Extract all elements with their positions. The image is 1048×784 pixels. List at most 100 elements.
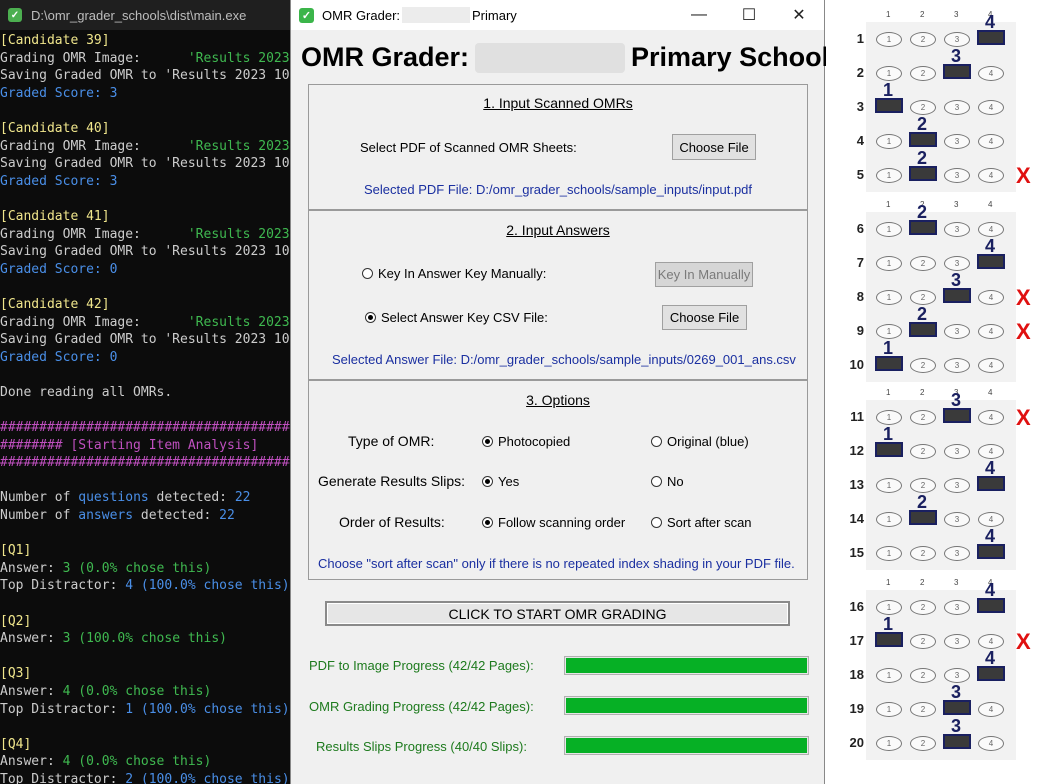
section-input-scanned-omrs: 1. Input Scanned OMRs Select PDF of Scan… — [308, 84, 808, 210]
answer-bubble: 2 — [910, 478, 936, 493]
terminal-titlebar[interactable]: ✓ D:\omr_grader_schools\dist\main.exe — [0, 0, 290, 30]
terminal-text: 'Results 2023 — [187, 138, 290, 154]
handwritten-answer: 3 — [951, 270, 962, 290]
terminal-text: Top Distractor: — [0, 578, 126, 594]
slips-no[interactable]: No — [651, 474, 684, 489]
omr-type-photocopied[interactable]: Photocopied — [482, 434, 570, 449]
slips-progress-label: Results Slips Progress (40/40 Slips): — [316, 739, 527, 754]
terminal-line: Graded Score: 3 — [0, 173, 290, 191]
answer-bubble: 4 — [978, 134, 1004, 149]
grading-progress-fill — [566, 698, 807, 713]
slips-progress-fill — [566, 738, 807, 753]
terminal-line: Done reading all OMRs. — [0, 384, 290, 402]
wrong-answer-x-icon: X — [1016, 285, 1031, 310]
selected-answer-text: Selected Answer File: D:/omr_grader_scho… — [332, 352, 796, 367]
terminal-text: 4 (0.0% chose this) — [62, 754, 212, 770]
answer-bubble: 4 — [978, 444, 1004, 459]
sheet-question-row: 17 1 2 3 4 X — [826, 614, 1048, 654]
omr-type-original-radio[interactable] — [651, 436, 662, 448]
sheet-column-number: 3 — [954, 10, 959, 19]
section2-heading: 2. Input Answers — [506, 222, 610, 238]
order-follow-scanning[interactable]: Follow scanning order — [482, 515, 625, 530]
terminal-line: ######################################## — [0, 454, 290, 472]
handwritten-answer: 3 — [951, 390, 962, 410]
slips-yes-label: Yes — [498, 474, 520, 489]
page-title: OMR Grader: Primary School — [301, 42, 829, 73]
terminal-text: questions — [78, 490, 149, 506]
terminal-line — [0, 366, 290, 384]
answer-bubble: 1 — [876, 32, 902, 47]
slips-yes-radio[interactable] — [482, 476, 493, 488]
handwritten-answer: 3 — [951, 682, 962, 702]
window-titlebar[interactable]: ✓ OMR Grader: Primary — ☐ ✕ — [291, 0, 824, 30]
manual-key-radio[interactable] — [362, 268, 373, 280]
terminal-text: Saving Graded OMR to 'Results 2023 10 — [0, 244, 290, 260]
terminal-text: Graded Score: 0 — [0, 349, 118, 365]
terminal-line: Number of answers detected: 22 — [0, 507, 290, 525]
sheet-column-number: 4 — [988, 388, 993, 397]
handwritten-answer: 4 — [985, 12, 996, 32]
maximize-button[interactable]: ☐ — [724, 0, 774, 30]
order-follow-radio[interactable] — [482, 517, 493, 529]
terminal-window[interactable]: ✓ D:\omr_grader_schools\dist\main.exe [C… — [0, 0, 290, 784]
terminal-text: Saving Graded OMR to 'Results 2023 10 — [0, 156, 290, 172]
terminal-text: [Candidate 42] — [0, 296, 110, 312]
sheet-column-number: 1 — [886, 10, 891, 19]
question-number: 13 — [849, 477, 864, 492]
order-sort-radio[interactable] — [651, 517, 662, 529]
handwritten-answer: 4 — [985, 580, 996, 600]
slips-no-radio[interactable] — [651, 476, 662, 488]
handwritten-answer: 2 — [917, 492, 928, 512]
omr-type-photocopied-radio[interactable] — [482, 436, 493, 448]
page-title-suffix: Primary School — [631, 42, 830, 72]
answer-bubble: 3 — [944, 100, 970, 115]
handwritten-answer: 1 — [883, 80, 894, 100]
terminal-output: [Candidate 39] Grading OMR Image: 'Result… — [0, 30, 290, 784]
terminal-text: 'Results 2023 — [187, 226, 290, 242]
terminal-text: Graded Score: 0 — [0, 261, 118, 277]
key-in-manually-button[interactable]: Key In Manually — [655, 262, 753, 287]
terminal-text: ######## [Starting Item Analysis] — [0, 437, 259, 453]
choose-pdf-button[interactable]: Choose File — [672, 134, 756, 160]
manual-key-option[interactable]: Key In Answer Key Manually: — [362, 266, 546, 281]
slips-no-label: No — [667, 474, 684, 489]
answer-bubble: 1 — [876, 702, 902, 717]
answer-bubble: 1 — [876, 290, 902, 305]
terminal-text: detected: — [133, 508, 220, 524]
sheet-question-row: 12 1 2 3 4 — [826, 424, 1048, 462]
omr-type-photocopied-label: Photocopied — [498, 434, 571, 449]
choose-csv-button[interactable]: Choose File — [662, 305, 747, 330]
omr-type-original[interactable]: Original (blue) — [651, 434, 749, 449]
start-grading-button[interactable]: CLICK TO START OMR GRADING — [325, 601, 790, 626]
csv-key-option[interactable]: Select Answer Key CSV File: — [365, 310, 548, 325]
answer-bubble: 1 — [876, 66, 902, 81]
question-number: 20 — [849, 735, 864, 750]
sheet-question-row: 912 34X — [826, 304, 1048, 344]
grading-progress-label: OMR Grading Progress (42/42 Pages): — [309, 699, 534, 714]
terminal-line: Answer: 4 (0.0% chose this) — [0, 683, 290, 701]
sheet-column-number: 1 — [886, 388, 891, 397]
close-button[interactable]: ✕ — [774, 0, 824, 30]
answer-bubble: 3 — [944, 668, 970, 683]
answer-bubble: 3 — [944, 634, 970, 649]
terminal-text: Saving Graded OMR to 'Results 2023 10 — [0, 332, 290, 348]
order-sort-after-scan[interactable]: Sort after scan — [651, 515, 752, 530]
terminal-text: Grading OMR Image: — [0, 226, 188, 242]
sheet-column-number: 2 — [920, 10, 925, 19]
terminal-line: Top Distractor: 1 (100.0% chose this) — [0, 701, 290, 719]
terminal-line: [Candidate 41] — [0, 208, 290, 226]
terminal-line: [Q2] — [0, 613, 290, 631]
pdf-progress-bar — [564, 656, 809, 675]
answer-bubble: 3 — [944, 256, 970, 271]
sheet-question-row: 21234 — [826, 46, 1048, 84]
minimize-button[interactable]: — — [674, 0, 724, 30]
sheet-question-row: 14 1 2 3 4 — [826, 492, 1048, 530]
csv-key-radio[interactable] — [365, 312, 376, 324]
terminal-text: Number of — [0, 490, 79, 506]
handwritten-answer: 2 — [917, 114, 928, 134]
slips-yes[interactable]: Yes — [482, 474, 519, 489]
